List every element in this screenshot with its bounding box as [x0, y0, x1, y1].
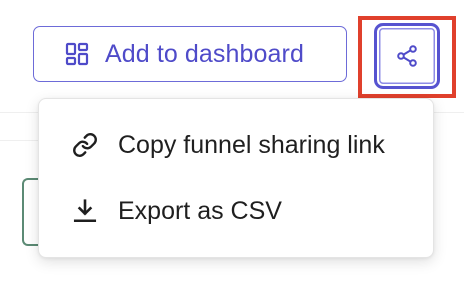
share-button[interactable]: [374, 23, 440, 89]
share-icon: [395, 44, 419, 68]
download-icon: [72, 198, 98, 224]
add-to-dashboard-label: Add to dashboard: [105, 39, 304, 68]
menu-item-export-csv[interactable]: Export as CSV: [39, 181, 433, 241]
background-divider-secondary: [0, 140, 40, 141]
menu-item-label: Copy funnel sharing link: [118, 130, 385, 159]
dashboard-grid-icon: [65, 42, 89, 66]
link-icon: [72, 132, 98, 158]
menu-item-label: Export as CSV: [118, 196, 282, 225]
menu-item-copy-link[interactable]: Copy funnel sharing link: [39, 115, 433, 175]
add-to-dashboard-button[interactable]: Add to dashboard: [33, 26, 347, 82]
share-dropdown-menu: Copy funnel sharing link Export as CSV: [38, 98, 434, 258]
